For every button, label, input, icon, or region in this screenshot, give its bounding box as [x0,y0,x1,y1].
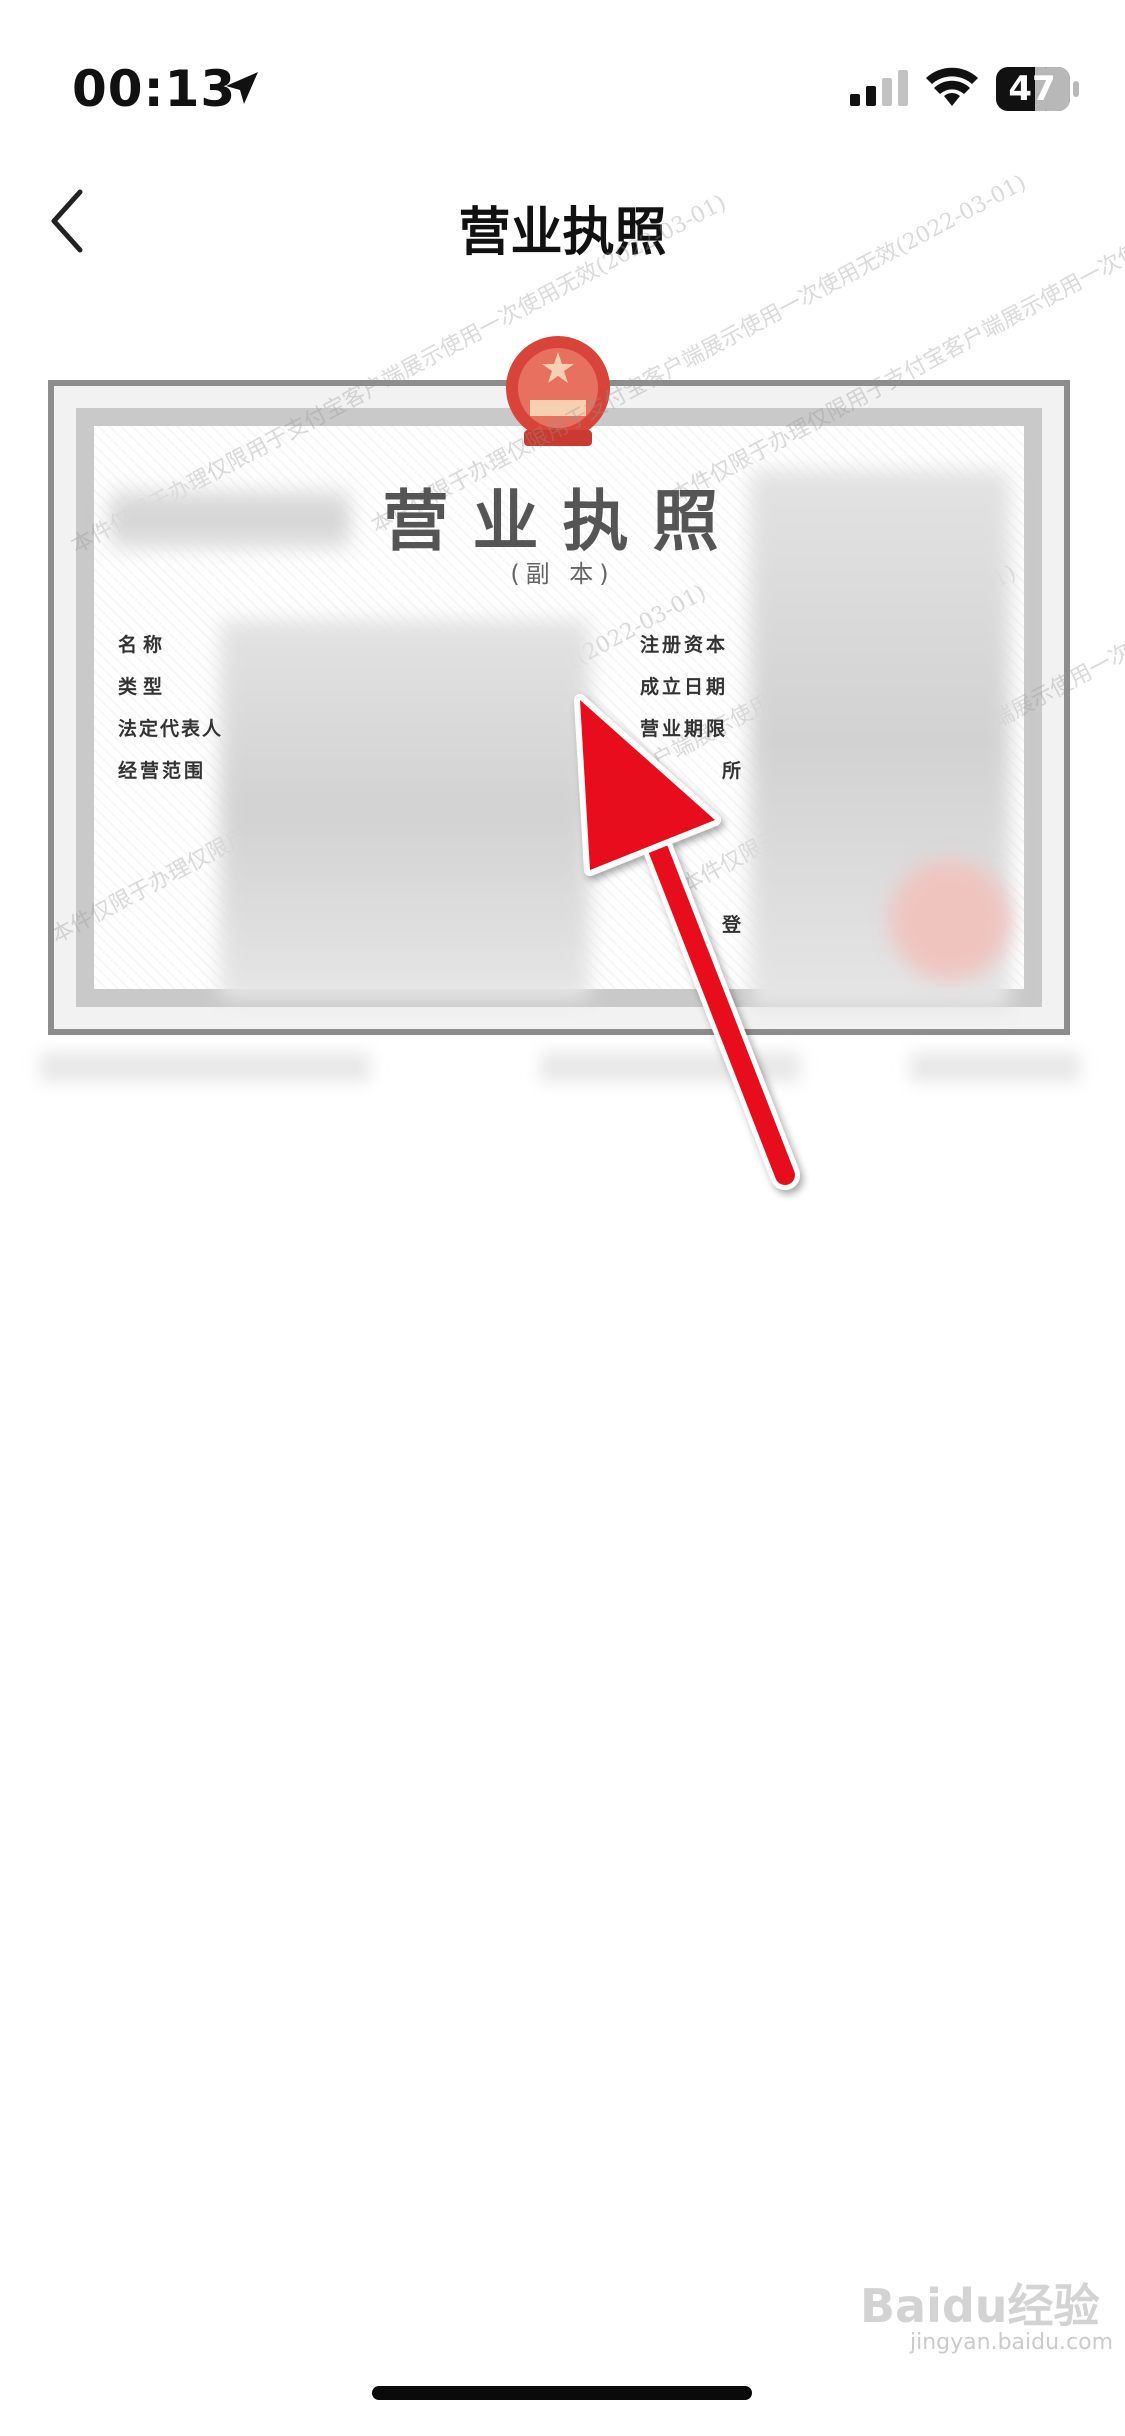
baidu-jingyan-watermark: Baidu经验 [860,2279,1100,2333]
baidu-jingyan-url: jingyan.baidu.com [910,2330,1114,2355]
field-label-business-scope: 经营范围 [118,760,207,782]
field-label-type: 类型 [118,676,169,698]
cellular-signal-icon [850,70,908,106]
redacted-code [110,490,350,550]
redacted-seal [890,860,1010,980]
field-label-registered-capital: 注册资本 [640,634,729,656]
redacted-footer-text [910,1052,1080,1082]
field-label-name: 名称 [118,634,169,656]
wifi-icon [926,67,978,106]
redacted-company-info [220,620,590,1000]
status-bar: 00:13 47 [0,0,1125,160]
status-time: 00:13 [72,60,237,118]
home-indicator[interactable] [372,2386,752,2400]
annotation-arrow-icon [574,694,800,1190]
battery-level: 47 [1008,69,1056,109]
location-arrow-icon [226,72,258,104]
field-label-legal-rep: 法定代表人 [118,718,224,740]
redacted-footer-text [40,1052,370,1082]
